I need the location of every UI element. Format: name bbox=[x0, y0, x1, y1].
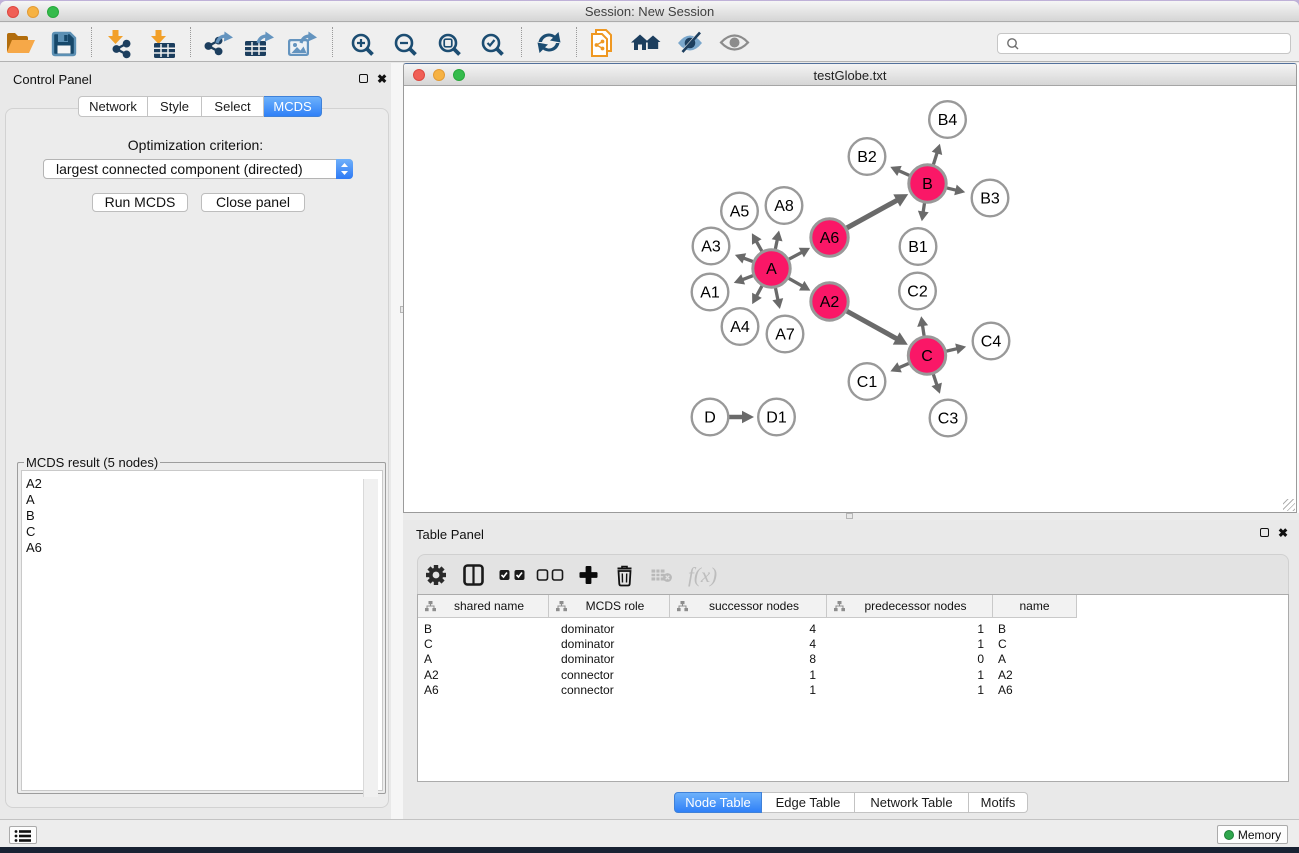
svg-text:f(x): f(x) bbox=[688, 563, 717, 587]
